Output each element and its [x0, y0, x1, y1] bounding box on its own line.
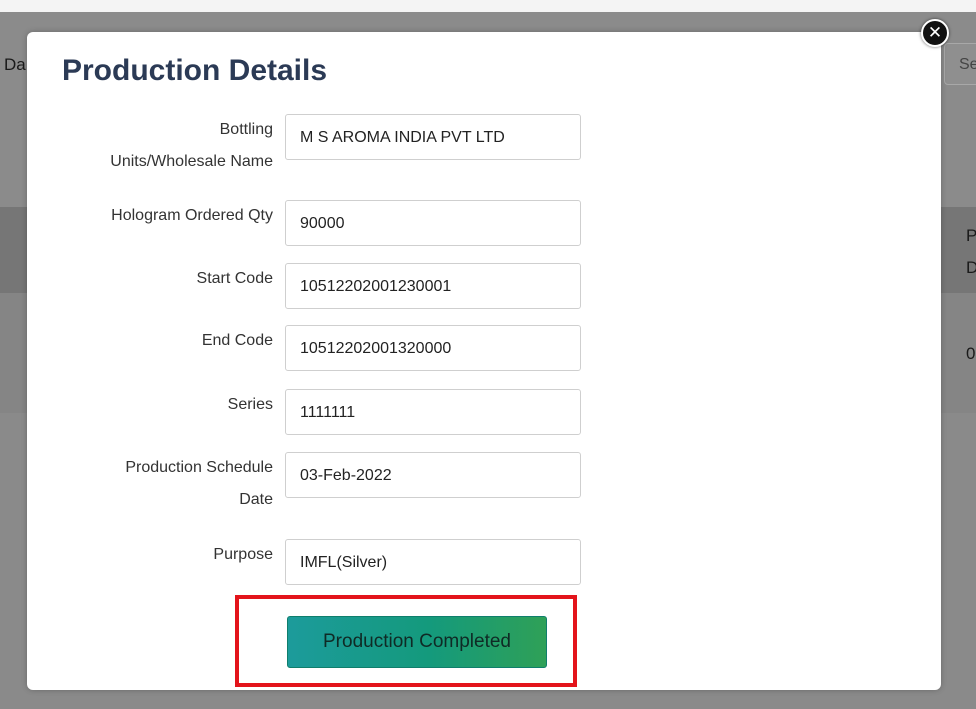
series-field[interactable]: 1111111 [285, 389, 581, 435]
field-label: Hologram Ordered Qty [111, 207, 273, 224]
background-search-button: Se [944, 43, 976, 85]
start-code-field[interactable]: 10512202001230001 [285, 263, 581, 309]
background-label: Da [4, 55, 26, 74]
purpose-field[interactable]: IMFL(Silver) [285, 539, 581, 585]
end-code-field[interactable]: 10512202001320000 [285, 325, 581, 371]
field-label: Start Code [196, 270, 273, 287]
field-label: End Code [201, 332, 273, 349]
hologram-qty-field[interactable]: 90000 [285, 200, 581, 246]
background-cell: 0 [966, 344, 976, 363]
production-details-modal: Production Details Bottling Units/Wholes… [27, 32, 941, 690]
background-column-header-2: D [966, 258, 976, 277]
modal-title: Production Details [62, 54, 328, 87]
close-icon[interactable]: ✕ [921, 19, 949, 47]
field-label: Series [227, 396, 273, 413]
field-label: Bottling Units/Wholesale Name [110, 121, 273, 170]
page-top-strip [0, 0, 976, 12]
field-label: Production Schedule Date [125, 459, 273, 508]
schedule-date-field[interactable]: 03-Feb-2022 [285, 452, 581, 498]
field-label: Purpose [213, 546, 273, 563]
bottling-unit-field[interactable]: M S AROMA INDIA PVT LTD [285, 114, 581, 160]
production-completed-button[interactable]: Production Completed [287, 616, 547, 668]
background-column-header-1: P [966, 226, 976, 245]
